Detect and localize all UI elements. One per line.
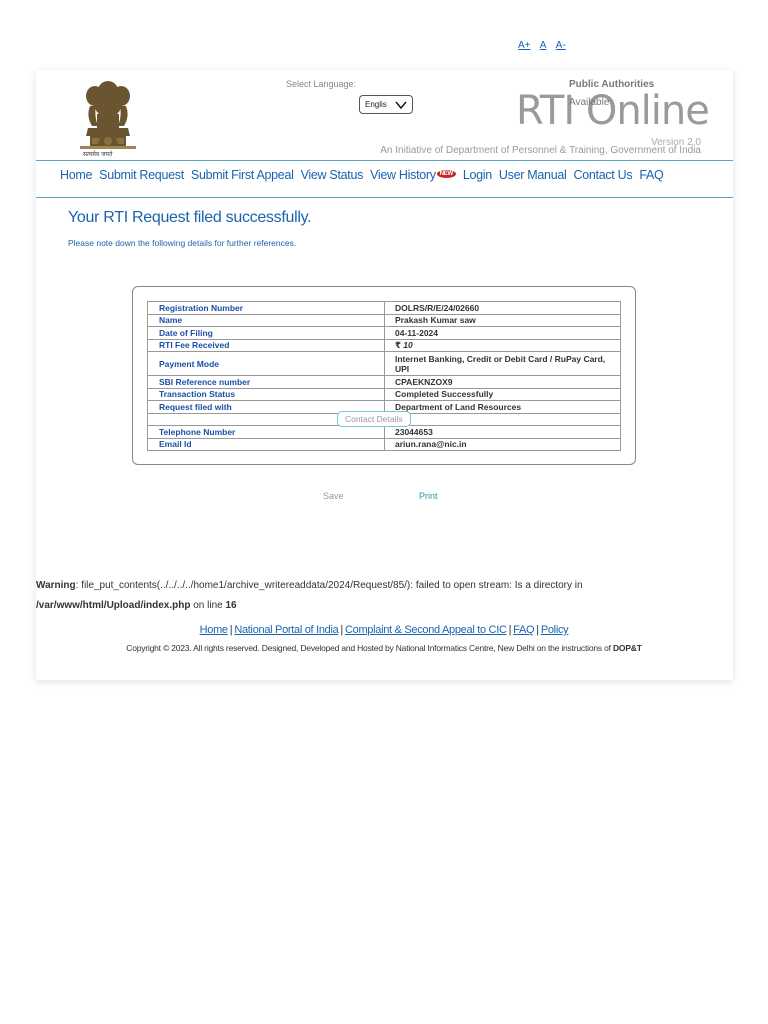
copyright-dopt: DOP&T	[612, 643, 642, 653]
font-size-controls: A+ A A-	[518, 40, 573, 51]
new-badge-icon: NEW	[436, 169, 456, 178]
site-header: सत्यमेव जयते Select Language: Englis RTI…	[36, 70, 733, 160]
warning-on-line: on line	[190, 600, 226, 611]
detail-label: Registration Number	[147, 301, 385, 315]
font-increase-link[interactable]: A+	[518, 40, 531, 51]
public-authorities-label: Public Authorities	[569, 79, 655, 90]
nav-view-status[interactable]: View Status	[301, 168, 364, 188]
footer-complaint-link[interactable]: Complaint & Second Appeal to CIC	[345, 624, 507, 636]
rupee-icon: ₹	[395, 340, 401, 351]
copyright-text: Copyright © 2023. All rights reserved. D…	[0, 643, 768, 653]
footer-separator: |	[340, 624, 343, 636]
footer-separator: |	[536, 624, 539, 636]
warning-prefix: Warning	[36, 580, 76, 591]
nav-faq[interactable]: FAQ	[639, 168, 663, 188]
language-value: Englis	[365, 100, 387, 109]
font-decrease-link[interactable]: A-	[556, 40, 566, 51]
font-normal-link[interactable]: A	[540, 40, 547, 51]
table-row: Telephone Number 23044653	[147, 425, 621, 439]
date-of-filing-value: 04-11-2024	[384, 326, 621, 340]
national-emblem-icon	[80, 81, 136, 149]
table-row: Registration Number DOLRS/R/E/24/02660	[147, 301, 621, 315]
email-value: ariun.rana@nic.in	[384, 437, 621, 451]
warning-line-number: 16	[225, 600, 237, 611]
copyright-body: Copyright © 2023. All rights reserved. D…	[126, 643, 611, 653]
emblem-motto: सत्यमेव जयते	[83, 151, 113, 158]
table-row: Payment Mode Internet Banking, Credit or …	[147, 351, 621, 376]
save-button[interactable]: Save	[323, 491, 344, 501]
nav-contact-us[interactable]: Contact Us	[573, 168, 632, 188]
request-filed-with-value: Department of Land Resources	[384, 400, 621, 414]
detail-label: Telephone Number	[147, 425, 385, 439]
nav-home[interactable]: Home	[60, 168, 92, 188]
detail-label: Payment Mode	[147, 351, 385, 376]
table-row: Date of Filing 04-11-2024	[147, 326, 621, 340]
footer-policy-link[interactable]: Policy	[541, 624, 569, 636]
warning-path: /var/www/html/Upload/index.php	[36, 600, 191, 611]
detail-label: SBI Reference number	[147, 375, 385, 389]
fee-amount: 10	[403, 340, 413, 351]
detail-label: Date of Filing	[147, 326, 385, 340]
initiative-label: An Initiative of Department of Personnel…	[380, 145, 701, 156]
language-select[interactable]: Englis	[359, 95, 413, 114]
rti-fee-value: ₹ 10	[384, 338, 621, 352]
page-note: Please note down the following details f…	[68, 238, 297, 248]
nav-submit-request[interactable]: Submit Request	[99, 168, 184, 188]
nav-login[interactable]: Login	[463, 168, 492, 188]
telephone-value: 23044653	[384, 425, 621, 439]
sbi-reference-value: CPAEKNZOX9	[384, 375, 621, 389]
name-value: Prakash Kumar saw	[384, 313, 621, 327]
site-title: RTI Online	[516, 88, 710, 134]
detail-label: RTI Fee Received	[147, 338, 385, 352]
detail-label: Transaction Status	[147, 387, 385, 401]
main-nav: Home Submit Request Submit First Appeal …	[60, 168, 664, 188]
detail-label: Name	[147, 313, 385, 327]
request-details-box: Registration Number DOLRS/R/E/24/02660 Na…	[132, 286, 636, 465]
detail-label: Email Id	[147, 437, 385, 451]
contact-details-heading: Contact Details	[337, 411, 411, 427]
header-divider	[36, 160, 733, 161]
table-row: Name Prakash Kumar saw	[147, 313, 621, 327]
footer-faq-link[interactable]: FAQ	[513, 624, 534, 636]
nav-view-history[interactable]: View History NEW	[370, 168, 456, 188]
table-row: SBI Reference number CPAEKNZOX9	[147, 375, 621, 389]
footer-national-portal-link[interactable]: National Portal of India	[234, 624, 338, 636]
select-language-label: Select Language:	[286, 79, 357, 89]
transaction-status-value: Completed Successfully	[384, 387, 621, 401]
chevron-down-icon	[395, 101, 407, 110]
page-title: Your RTI Request filed successfully.	[68, 209, 312, 226]
footer-links: Home | National Portal of India | Complaint …	[0, 624, 768, 636]
registration-number-value: DOLRS/R/E/24/02660	[384, 301, 621, 315]
table-row: RTI Fee Received ₹ 10	[147, 338, 621, 352]
nav-view-history-label: View History	[370, 168, 436, 182]
print-button[interactable]: Print	[419, 491, 438, 501]
table-row: Transaction Status Completed Successfully	[147, 387, 621, 401]
footer-home-link[interactable]: Home	[200, 624, 228, 636]
php-warning: Warning: file_put_contents(../../../../h…	[36, 576, 736, 616]
table-row: Email Id ariun.rana@nic.in	[147, 437, 621, 451]
warning-message: : file_put_contents(../../../../home1/ar…	[75, 580, 583, 591]
nav-submit-first-appeal[interactable]: Submit First Appeal	[191, 168, 294, 188]
nav-user-manual[interactable]: User Manual	[499, 168, 567, 188]
nav-divider	[36, 197, 733, 198]
payment-mode-value: Internet Banking, Credit or Debit Card /…	[384, 351, 621, 376]
footer-separator: |	[229, 624, 233, 636]
available-label: Available	[569, 97, 610, 108]
footer-separator: |	[508, 624, 512, 636]
request-details-table: Registration Number DOLRS/R/E/24/02660 Na…	[147, 301, 621, 451]
